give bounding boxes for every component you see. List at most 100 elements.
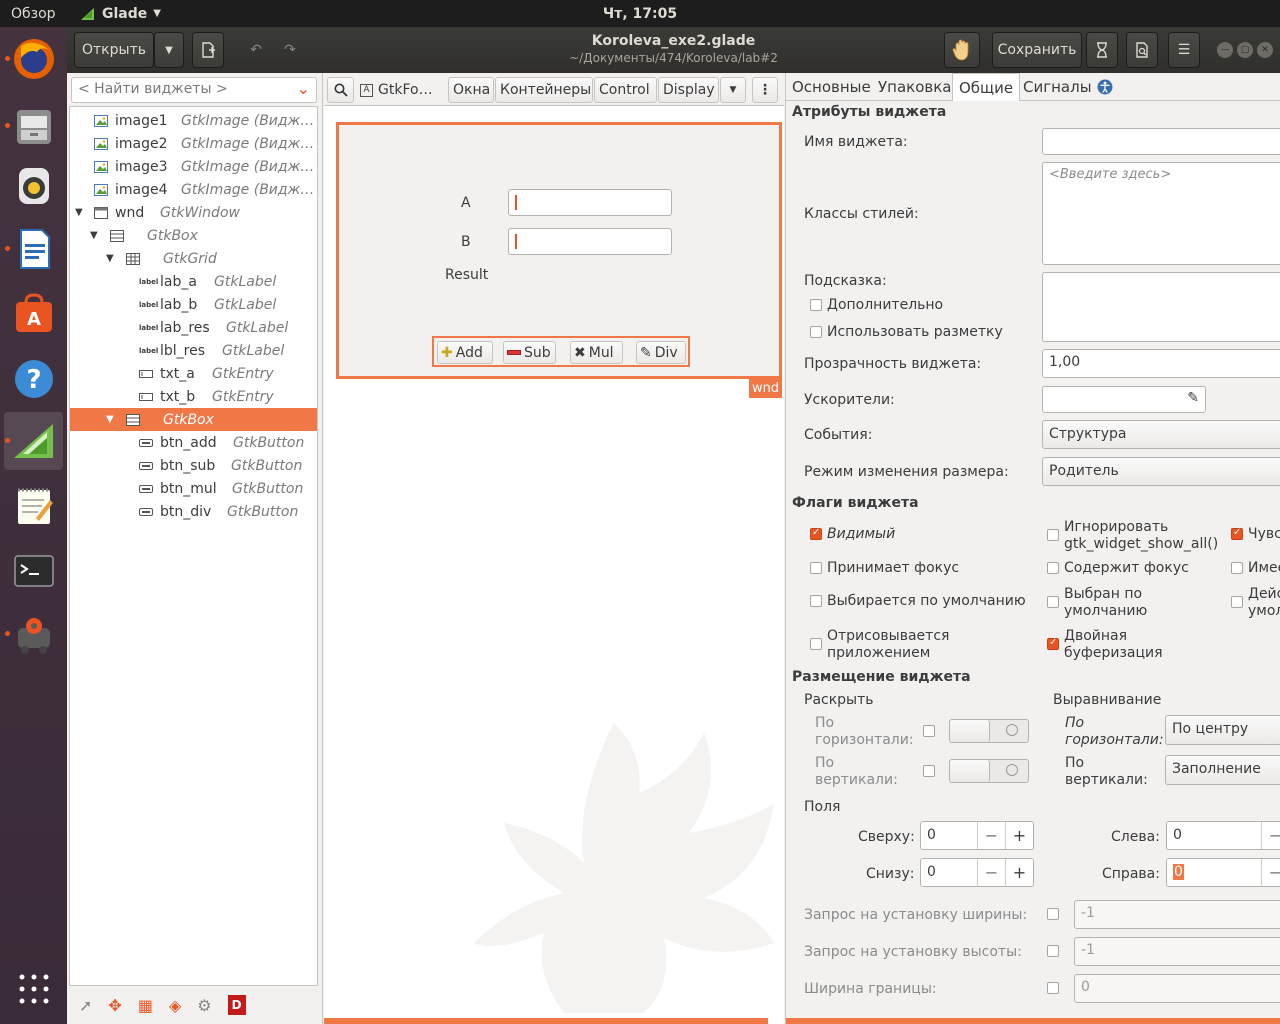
tree-row-btn-sub[interactable]: btn_sub GtkButton [70, 454, 317, 477]
btn-sub[interactable]: Sub [503, 341, 556, 364]
tree-row-txt-b[interactable]: txt_b GtkEntry [70, 385, 317, 408]
margin-bottom-spin[interactable]: 0 − + [920, 858, 1034, 887]
tree-row-lab-a[interactable]: label lab_a GtkLabel [70, 270, 317, 293]
launcher-firefox[interactable] [4, 30, 63, 88]
margin-left-spin[interactable]: 0 − [1166, 821, 1280, 850]
activities-button[interactable]: Обзор [0, 6, 72, 22]
drag-resize-icon[interactable]: ✥ [108, 996, 121, 1015]
can-focus-checkbox[interactable] [810, 562, 822, 574]
btn-mul[interactable]: ✖ Mul [570, 341, 623, 364]
palette-current-group[interactable]: A GtkFo… [356, 77, 442, 103]
height-request-checkbox[interactable] [1047, 945, 1059, 957]
tab-general[interactable]: Основные [786, 73, 877, 101]
has-focus-checkbox[interactable] [1047, 562, 1059, 574]
use-markup-checkbox[interactable] [810, 326, 822, 338]
visible-checkbox[interactable] [810, 527, 822, 540]
ignore-show-all-checkbox[interactable] [1047, 529, 1059, 541]
button-box[interactable]: ✚ Add Sub ✖ Mul ✎ Div [432, 336, 690, 367]
tab-packing[interactable]: Упаковка [872, 73, 957, 101]
tab-signals[interactable]: Сигналы [1017, 73, 1098, 101]
palette-search-button[interactable] [327, 77, 354, 103]
palette-tab-containers[interactable]: Контейнеры [495, 77, 593, 103]
launcher-text-editor[interactable] [4, 477, 63, 535]
align-icon[interactable]: ◈ [169, 996, 181, 1015]
tree-row-image4[interactable]: image4 GtkImage (Видж… [70, 178, 317, 201]
maximize-button[interactable]: ▢ [1237, 42, 1253, 58]
clock[interactable]: Чт, 17:05 [603, 6, 677, 22]
vexpand-set-checkbox[interactable] [923, 765, 935, 777]
launcher-files[interactable] [4, 97, 63, 155]
tree-row-txt-a[interactable]: txt_a GtkEntry [70, 362, 317, 385]
entry-txt-b[interactable] [508, 228, 672, 255]
palette-overflow-button[interactable]: ⋮ [752, 77, 778, 103]
launcher-settings[interactable] [4, 605, 63, 663]
margins-icon[interactable]: ▦ [138, 996, 153, 1015]
save-as-button[interactable] [1086, 32, 1118, 68]
expander-icon[interactable]: ▼ [106, 414, 114, 425]
tree-row-image1[interactable]: image1 GtkImage (Видж… [70, 109, 317, 132]
launcher-software[interactable]: A [4, 285, 63, 343]
increment-icon[interactable]: + [1005, 859, 1033, 886]
tree-row-lbl-res[interactable]: label lbl_res GtkLabel [70, 339, 317, 362]
tree-row-image3[interactable]: image3 GtkImage (Видж… [70, 155, 317, 178]
increment-icon[interactable]: + [1005, 822, 1033, 849]
vexpand-switch[interactable] [949, 759, 1029, 783]
tree-row-btn-mul[interactable]: btn_mul GtkButton [70, 477, 317, 500]
width-request-checkbox[interactable] [1047, 908, 1059, 920]
close-button[interactable]: ✕ [1257, 42, 1273, 58]
preview-button[interactable] [1126, 32, 1158, 68]
label-a[interactable]: A [461, 195, 471, 211]
minimize-button[interactable]: — [1217, 42, 1233, 58]
tree-row-lab-res[interactable]: label lab_res GtkLabel [70, 316, 317, 339]
btn-div[interactable]: ✎ Div [636, 341, 686, 364]
decrement-icon[interactable]: − [1261, 859, 1280, 886]
label-b[interactable]: B [461, 234, 471, 250]
inspector-button[interactable] [944, 32, 980, 68]
opacity-field[interactable]: 1,00 [1042, 349, 1280, 378]
btn-add[interactable]: ✚ Add [437, 341, 493, 364]
decrement-icon[interactable]: − [977, 859, 1005, 886]
app-paintable-checkbox[interactable] [810, 638, 822, 650]
accessibility-icon[interactable] [1097, 79, 1113, 95]
halign-dropdown[interactable]: По центру [1165, 715, 1280, 745]
style-classes-field[interactable]: <Введите здесь> [1042, 162, 1280, 265]
tree-row-image2[interactable]: image2 GtkImage (Видж… [70, 132, 317, 155]
is-focus-checkbox[interactable] [1231, 562, 1243, 574]
expander-icon[interactable]: ▼ [106, 253, 114, 264]
main-menu-button[interactable]: ☰ [1168, 32, 1200, 68]
window-name-tag[interactable]: wnd [749, 379, 782, 398]
launcher-writer[interactable] [4, 220, 63, 278]
tree-row-gtkbox-buttons[interactable]: ▼ GtkBox [70, 408, 317, 431]
tree-row-lab-b[interactable]: label lab_b GtkLabel [70, 293, 317, 316]
decrement-icon[interactable]: − [977, 822, 1005, 849]
tree-row-gtkbox[interactable]: ▼ GtkBox [70, 224, 317, 247]
settings-gears-icon[interactable]: ⚙ [197, 996, 211, 1015]
double-buffered-checkbox[interactable] [1047, 637, 1059, 650]
palette-more-dropdown[interactable]: ▼ [720, 77, 746, 103]
tree-row-btn-add[interactable]: btn_add GtkButton [70, 431, 317, 454]
receives-default-checkbox[interactable] [1231, 596, 1243, 608]
palette-tab-control[interactable]: Control [594, 77, 657, 103]
valign-dropdown[interactable]: Заполнение [1165, 755, 1280, 785]
tree-row-btn-div[interactable]: btn_div GtkButton [70, 500, 317, 523]
edit-pencil-icon[interactable]: ✎ [1187, 390, 1199, 406]
show-applications-button[interactable] [4, 960, 63, 1018]
tooltip-extra-checkbox[interactable] [810, 299, 822, 311]
border-width-checkbox[interactable] [1047, 982, 1059, 994]
sensitive-checkbox[interactable] [1231, 527, 1243, 540]
tree-row-wnd[interactable]: ▼ wnd GtkWindow [70, 201, 317, 224]
launcher-help[interactable]: ? [4, 350, 63, 408]
border-width-field[interactable]: 0 [1074, 974, 1280, 1003]
label-result[interactable]: Result [445, 267, 488, 283]
app-menu[interactable]: Glade ▼ [80, 6, 161, 22]
width-request-field[interactable]: -1 [1074, 900, 1280, 929]
pointer-icon[interactable]: ➚ [79, 996, 92, 1015]
widget-name-field[interactable] [1042, 128, 1280, 155]
launcher-glade[interactable] [4, 412, 63, 470]
window-preview-wnd[interactable]: A B Result ✚ Add Sub ✖ Mul ✎ Div [336, 122, 782, 379]
tab-common[interactable]: Общие [952, 73, 1021, 101]
height-request-field[interactable]: -1 [1074, 937, 1280, 966]
events-field[interactable]: Структура [1042, 420, 1280, 449]
expander-icon[interactable]: ▼ [75, 207, 83, 218]
hexpand-switch[interactable] [949, 719, 1029, 743]
